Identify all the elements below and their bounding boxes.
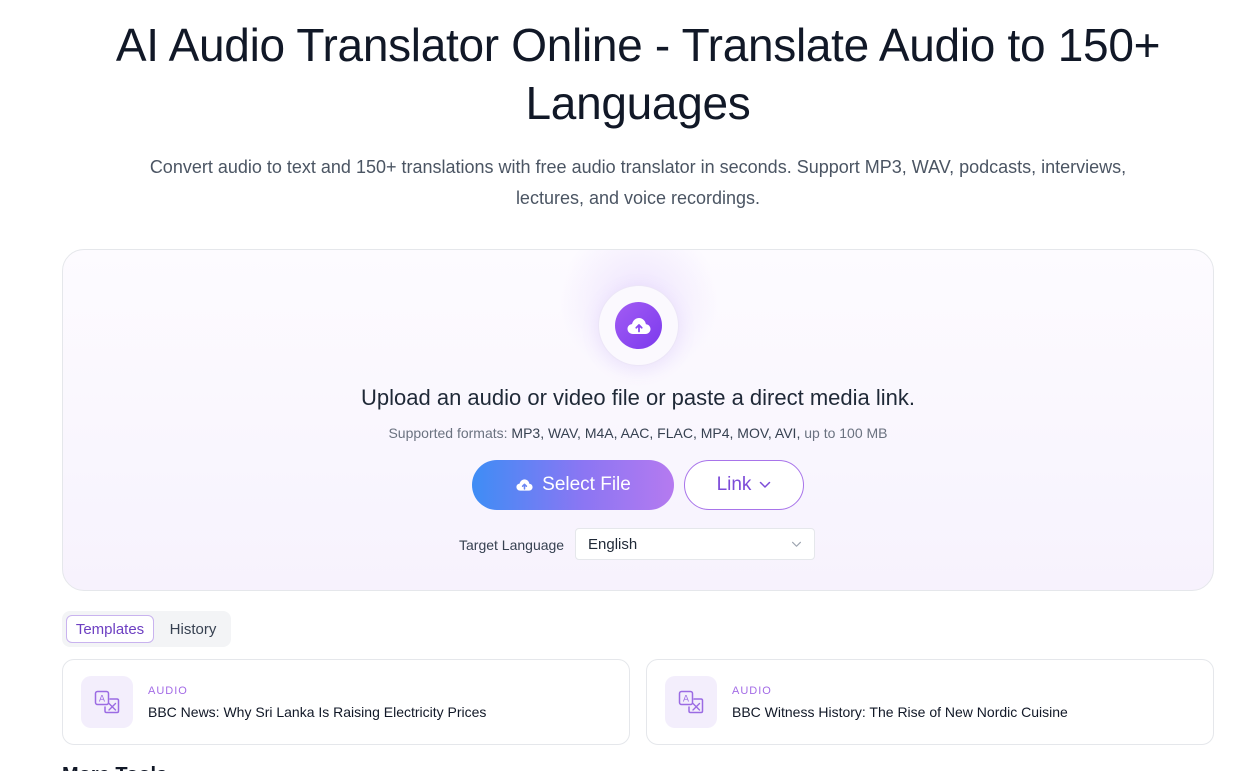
- link-label: Link: [716, 474, 752, 495]
- supported-formats: Supported formats: MP3, WAV, M4A, AAC, F…: [63, 424, 1213, 442]
- template-category: AUDIO: [148, 685, 188, 697]
- template-title: BBC Witness History: The Rise of New Nor…: [732, 704, 1068, 720]
- translate-icon-svg: A: [94, 690, 120, 714]
- svg-text:A: A: [683, 695, 690, 705]
- tab-history[interactable]: History: [158, 615, 228, 643]
- template-title: BBC News: Why Sri Lanka Is Raising Elect…: [148, 704, 487, 720]
- target-language-value: English: [588, 535, 638, 553]
- page: AI Audio Translator Online - Translate A…: [0, 0, 1254, 771]
- translate-icon-svg: A: [678, 690, 704, 714]
- template-card[interactable]: A AUDIO BBC Witness History: The Rise of…: [646, 659, 1214, 745]
- chevron-down-icon: [760, 481, 771, 488]
- formats-size-limit: up to 100 MB: [804, 425, 888, 441]
- translate-icon: A: [81, 676, 133, 728]
- cloud-upload-icon: [516, 479, 533, 491]
- page-title: AI Audio Translator Online - Translate A…: [115, 19, 1161, 129]
- svg-text:A: A: [99, 695, 106, 705]
- select-file-button[interactable]: Select File: [472, 460, 674, 510]
- target-language-select[interactable]: English: [575, 528, 815, 560]
- target-language-label: Target Language: [459, 537, 565, 553]
- upload-heading: Upload an audio or video file or paste a…: [361, 385, 915, 410]
- formats-list: MP3, WAV, M4A, AAC, FLAC, MP4, MOV, AVI,: [511, 425, 801, 441]
- page-subtitle: Convert audio to text and 150+ translati…: [149, 157, 1127, 208]
- chevron-down-icon: [791, 541, 802, 547]
- cloud-upload-icon-svg: [627, 317, 650, 334]
- select-file-label: Select File: [542, 474, 631, 495]
- translate-icon: A: [665, 676, 717, 728]
- tab-bar: Templates History: [62, 611, 231, 647]
- next-section-heading: More Tools: [62, 763, 167, 771]
- cloud-upload-icon[interactable]: [615, 302, 662, 349]
- template-category: AUDIO: [732, 685, 772, 697]
- formats-prefix: Supported formats:: [388, 425, 508, 441]
- link-dropdown-button[interactable]: Link: [684, 460, 804, 510]
- template-card[interactable]: A AUDIO BBC News: Why Sri Lanka Is Raisi…: [62, 659, 630, 745]
- tab-templates[interactable]: Templates: [66, 615, 154, 643]
- upload-dropzone[interactable]: Upload an audio or video file or paste a…: [62, 249, 1214, 591]
